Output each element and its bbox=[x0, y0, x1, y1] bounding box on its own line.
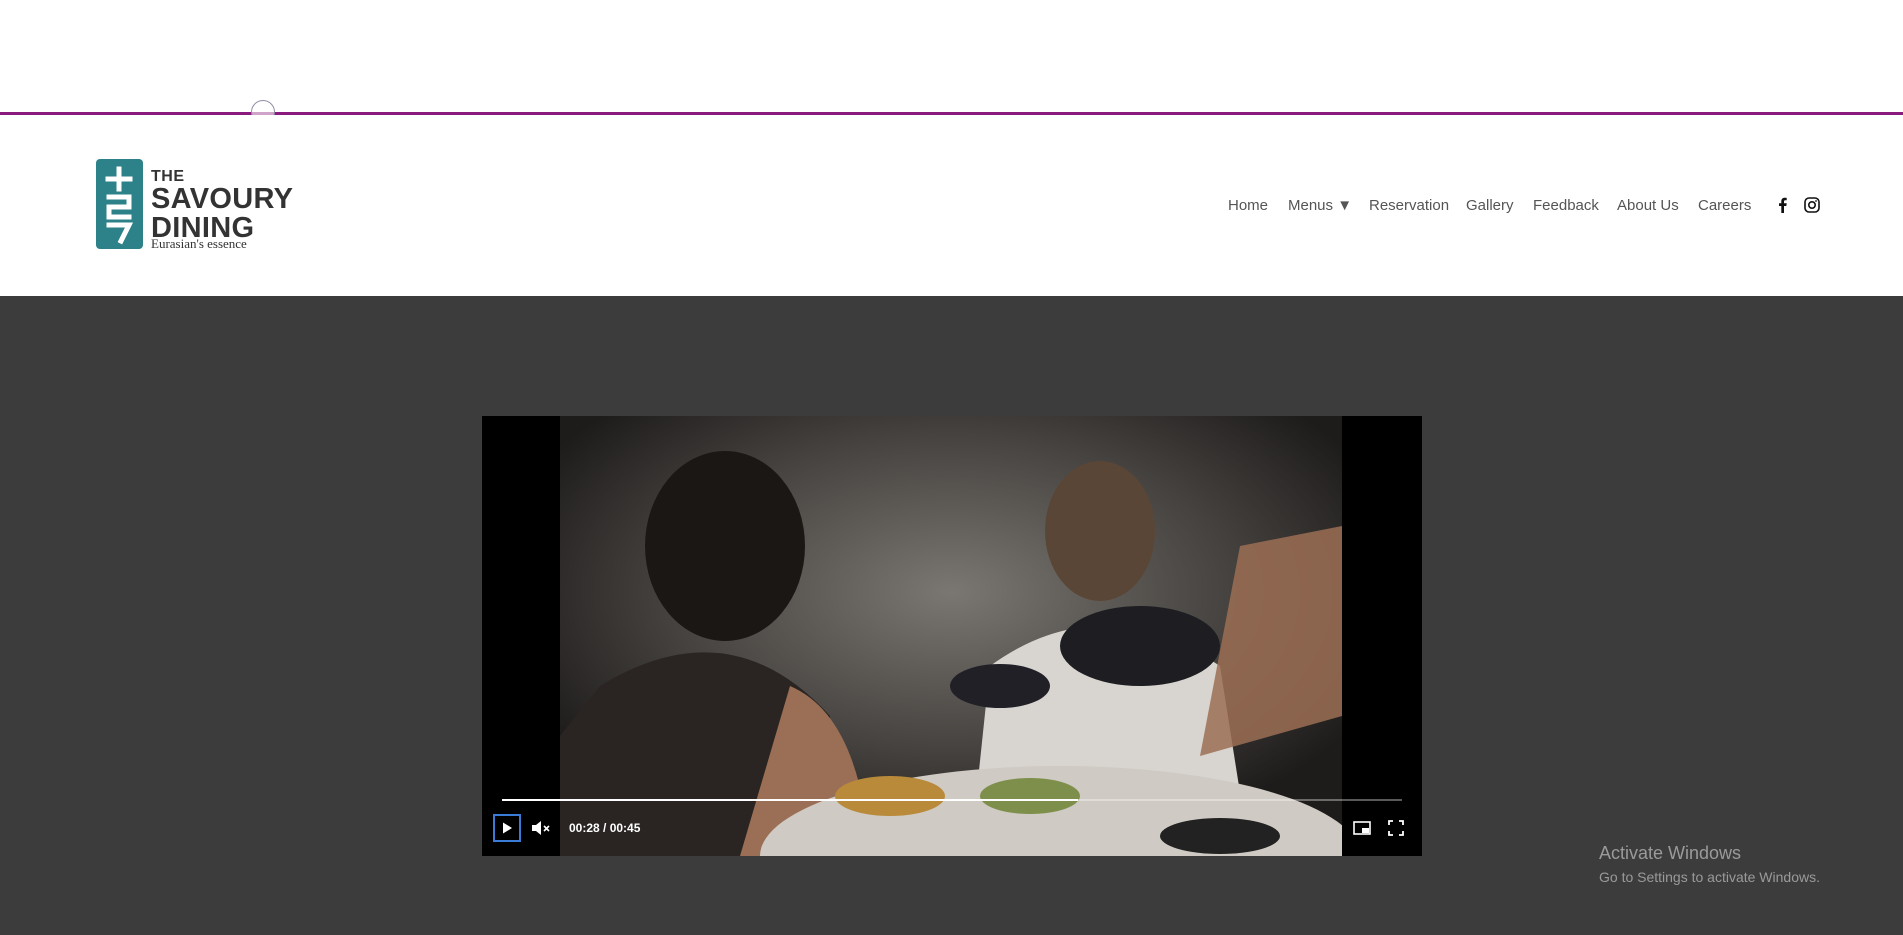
video-time-readout: 00:28 / 00:45 bbox=[569, 821, 641, 835]
video-frame-still bbox=[560, 416, 1342, 856]
video-player[interactable]: 00:28 / 00:45 bbox=[482, 416, 1422, 856]
logo-mark-icon bbox=[96, 159, 143, 249]
video-progress-fill bbox=[502, 799, 1078, 801]
nav-gallery[interactable]: Gallery bbox=[1466, 197, 1514, 214]
muted-volume-icon bbox=[532, 821, 550, 835]
windows-activation-title: Activate Windows bbox=[1599, 843, 1742, 863]
site-logo[interactable]: THE SAVOURY DINING Eurasian's essence bbox=[96, 159, 296, 251]
nav-reservation[interactable]: Reservation bbox=[1369, 197, 1449, 214]
windows-activation-subtitle: Go to Settings to activate Windows. bbox=[1599, 869, 1820, 885]
nav-feedback[interactable]: Feedback bbox=[1533, 197, 1599, 214]
fullscreen-icon bbox=[1388, 820, 1404, 836]
facebook-icon[interactable] bbox=[1775, 197, 1791, 213]
picture-in-picture-icon bbox=[1353, 821, 1371, 835]
logo-tagline: Eurasian's essence bbox=[151, 236, 247, 251]
mute-button[interactable] bbox=[529, 816, 553, 840]
logo-savoury: SAVOURY bbox=[151, 183, 294, 215]
instagram-icon[interactable] bbox=[1804, 197, 1820, 213]
nav-home[interactable]: Home bbox=[1228, 197, 1268, 214]
fullscreen-button[interactable] bbox=[1384, 816, 1408, 840]
play-button[interactable] bbox=[493, 814, 521, 842]
top-strip bbox=[0, 0, 1903, 114]
logo-wordmark: THE SAVOURY DINING bbox=[151, 169, 293, 243]
video-progress-bar[interactable] bbox=[502, 799, 1402, 801]
nav-about-us[interactable]: About Us bbox=[1617, 197, 1679, 214]
picture-in-picture-button[interactable] bbox=[1350, 816, 1374, 840]
nav-menus-dropdown[interactable]: Menus ▼ bbox=[1288, 197, 1352, 214]
play-icon bbox=[503, 822, 512, 834]
nav-careers[interactable]: Careers bbox=[1698, 197, 1751, 214]
